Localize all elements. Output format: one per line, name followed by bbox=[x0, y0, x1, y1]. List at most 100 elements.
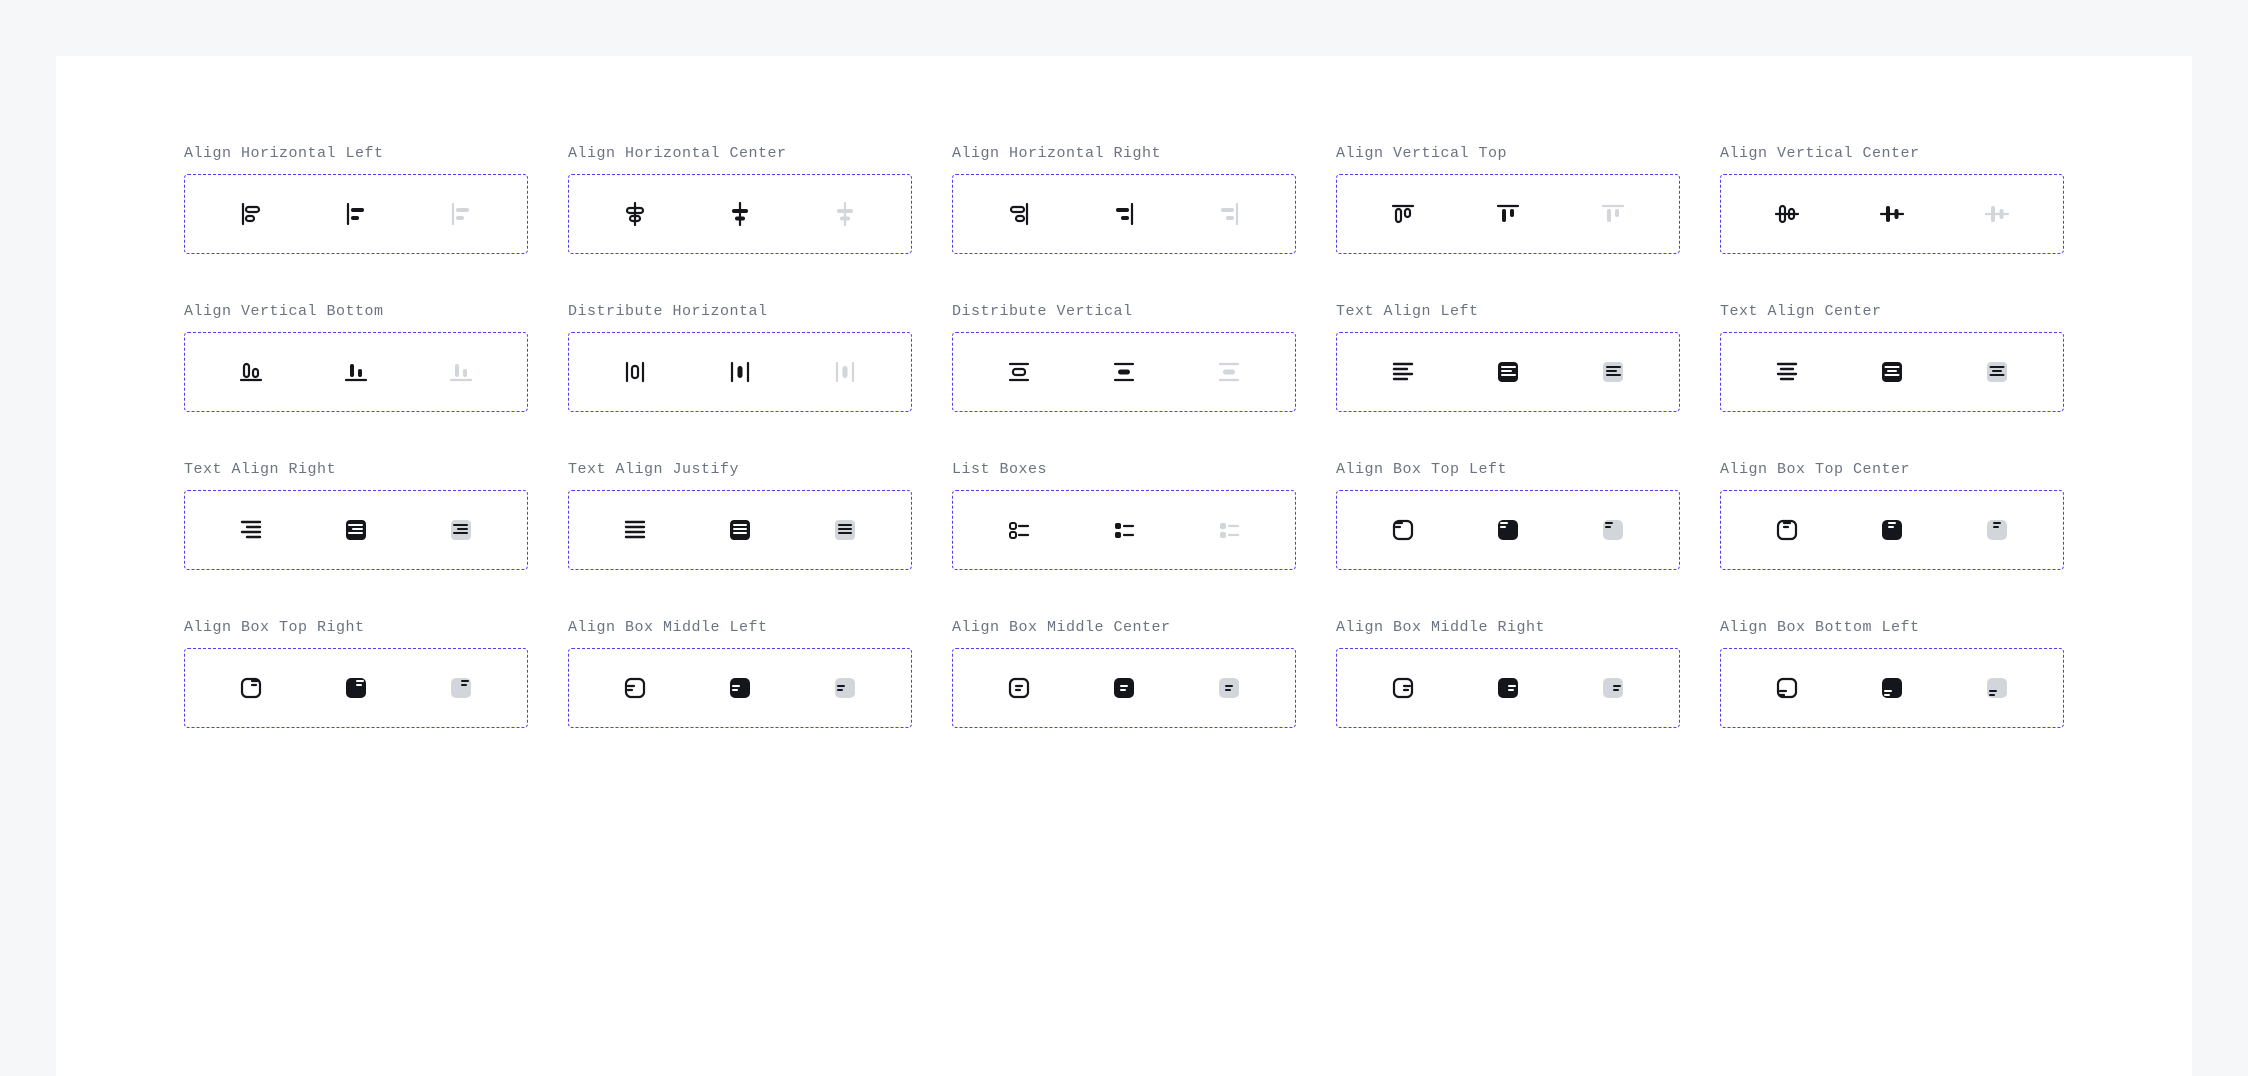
icon-label: Align Vertical Bottom bbox=[184, 300, 528, 326]
variant-box bbox=[1720, 648, 2064, 728]
distribute-horizontal-filled-icon bbox=[726, 358, 754, 386]
icon-label: Align Vertical Center bbox=[1720, 142, 2064, 168]
align-box-top-left-filled-icon bbox=[1494, 516, 1522, 544]
distribute-vertical-muted-icon bbox=[1215, 358, 1243, 386]
icon-label: Align Horizontal Right bbox=[952, 142, 1296, 168]
variant-box bbox=[1720, 332, 2064, 412]
variant-box bbox=[952, 174, 1296, 254]
icon-label: Align Horizontal Center bbox=[568, 142, 912, 168]
text-align-justify-filled-icon bbox=[726, 516, 754, 544]
text-align-right-outline-icon bbox=[237, 516, 265, 544]
icon-grid: Align Horizontal Left Align Horizontal Ce… bbox=[184, 142, 2064, 728]
icon-cell-align-box-middle-left: Align Box Middle Left bbox=[568, 616, 912, 728]
align-vertical-bottom-muted-icon bbox=[447, 358, 475, 386]
list-boxes-muted-icon bbox=[1215, 516, 1243, 544]
align-vertical-center-outline-icon bbox=[1773, 200, 1801, 228]
align-vertical-bottom-filled-icon bbox=[342, 358, 370, 386]
icon-label: Align Vertical Top bbox=[1336, 142, 1680, 168]
icon-cell-text-align-right: Text Align Right bbox=[184, 458, 528, 570]
text-align-justify-muted-icon bbox=[831, 516, 859, 544]
icon-cell-distribute-horizontal: Distribute Horizontal bbox=[568, 300, 912, 412]
icon-label: Align Box Middle Center bbox=[952, 616, 1296, 642]
align-horizontal-left-muted-icon bbox=[447, 200, 475, 228]
align-box-middle-left-outline-icon bbox=[621, 674, 649, 702]
icon-cell-list-boxes: List Boxes bbox=[952, 458, 1296, 570]
icon-label: Text Align Right bbox=[184, 458, 528, 484]
distribute-vertical-outline-icon bbox=[1005, 358, 1033, 386]
align-box-bottom-left-muted-icon bbox=[1983, 674, 2011, 702]
align-horizontal-center-outline-icon bbox=[621, 200, 649, 228]
align-box-top-right-muted-icon bbox=[447, 674, 475, 702]
align-box-middle-right-filled-icon bbox=[1494, 674, 1522, 702]
variant-box bbox=[184, 332, 528, 412]
text-align-center-outline-icon bbox=[1773, 358, 1801, 386]
variant-box bbox=[184, 648, 528, 728]
text-align-left-filled-icon bbox=[1494, 358, 1522, 386]
align-box-top-right-filled-icon bbox=[342, 674, 370, 702]
icon-label: Distribute Vertical bbox=[952, 300, 1296, 326]
variant-box bbox=[1336, 490, 1680, 570]
align-box-top-center-filled-icon bbox=[1878, 516, 1906, 544]
align-box-middle-right-muted-icon bbox=[1599, 674, 1627, 702]
icon-label: Distribute Horizontal bbox=[568, 300, 912, 326]
icon-label: Align Box Top Left bbox=[1336, 458, 1680, 484]
icon-reference-sheet: Align Horizontal Left Align Horizontal Ce… bbox=[56, 56, 2192, 1076]
distribute-vertical-filled-icon bbox=[1110, 358, 1138, 386]
align-horizontal-right-outline-icon bbox=[1005, 200, 1033, 228]
variant-box bbox=[568, 490, 912, 570]
variant-box bbox=[1336, 174, 1680, 254]
align-horizontal-center-filled-icon bbox=[726, 200, 754, 228]
align-vertical-center-filled-icon bbox=[1878, 200, 1906, 228]
align-box-middle-center-outline-icon bbox=[1005, 674, 1033, 702]
list-boxes-outline-icon bbox=[1005, 516, 1033, 544]
icon-cell-align-box-top-left: Align Box Top Left bbox=[1336, 458, 1680, 570]
align-box-middle-center-filled-icon bbox=[1110, 674, 1138, 702]
align-box-top-center-outline-icon bbox=[1773, 516, 1801, 544]
variant-box bbox=[568, 332, 912, 412]
align-box-middle-left-filled-icon bbox=[726, 674, 754, 702]
align-vertical-bottom-outline-icon bbox=[237, 358, 265, 386]
align-box-bottom-left-filled-icon bbox=[1878, 674, 1906, 702]
icon-label: Text Align Center bbox=[1720, 300, 2064, 326]
align-box-top-right-outline-icon bbox=[237, 674, 265, 702]
align-horizontal-right-filled-icon bbox=[1110, 200, 1138, 228]
variant-box bbox=[184, 174, 528, 254]
variant-box bbox=[952, 648, 1296, 728]
icon-cell-align-vertical-top: Align Vertical Top bbox=[1336, 142, 1680, 254]
icon-label: Text Align Justify bbox=[568, 458, 912, 484]
text-align-justify-outline-icon bbox=[621, 516, 649, 544]
icon-cell-align-box-bottom-left: Align Box Bottom Left bbox=[1720, 616, 2064, 728]
align-vertical-top-muted-icon bbox=[1599, 200, 1627, 228]
align-box-top-left-outline-icon bbox=[1389, 516, 1417, 544]
icon-cell-text-align-left: Text Align Left bbox=[1336, 300, 1680, 412]
text-align-center-muted-icon bbox=[1983, 358, 2011, 386]
icon-cell-align-horizontal-right: Align Horizontal Right bbox=[952, 142, 1296, 254]
icon-cell-align-vertical-center: Align Vertical Center bbox=[1720, 142, 2064, 254]
icon-cell-align-horizontal-left: Align Horizontal Left bbox=[184, 142, 528, 254]
variant-box bbox=[568, 648, 912, 728]
distribute-horizontal-muted-icon bbox=[831, 358, 859, 386]
icon-label: Align Horizontal Left bbox=[184, 142, 528, 168]
icon-label: Align Box Top Right bbox=[184, 616, 528, 642]
variant-box bbox=[184, 490, 528, 570]
variant-box bbox=[952, 490, 1296, 570]
variant-box bbox=[1720, 490, 2064, 570]
align-box-middle-right-outline-icon bbox=[1389, 674, 1417, 702]
align-horizontal-center-muted-icon bbox=[831, 200, 859, 228]
icon-label: Align Box Middle Right bbox=[1336, 616, 1680, 642]
variant-box bbox=[1720, 174, 2064, 254]
align-horizontal-right-muted-icon bbox=[1215, 200, 1243, 228]
icon-cell-align-box-middle-right: Align Box Middle Right bbox=[1336, 616, 1680, 728]
align-vertical-center-muted-icon bbox=[1983, 200, 2011, 228]
icon-label: List Boxes bbox=[952, 458, 1296, 484]
align-box-bottom-left-outline-icon bbox=[1773, 674, 1801, 702]
align-vertical-top-outline-icon bbox=[1389, 200, 1417, 228]
align-box-top-center-muted-icon bbox=[1983, 516, 2011, 544]
text-align-right-filled-icon bbox=[342, 516, 370, 544]
list-boxes-filled-icon bbox=[1110, 516, 1138, 544]
text-align-center-filled-icon bbox=[1878, 358, 1906, 386]
align-horizontal-left-filled-icon bbox=[342, 200, 370, 228]
icon-cell-distribute-vertical: Distribute Vertical bbox=[952, 300, 1296, 412]
icon-cell-align-box-top-right: Align Box Top Right bbox=[184, 616, 528, 728]
distribute-horizontal-outline-icon bbox=[621, 358, 649, 386]
